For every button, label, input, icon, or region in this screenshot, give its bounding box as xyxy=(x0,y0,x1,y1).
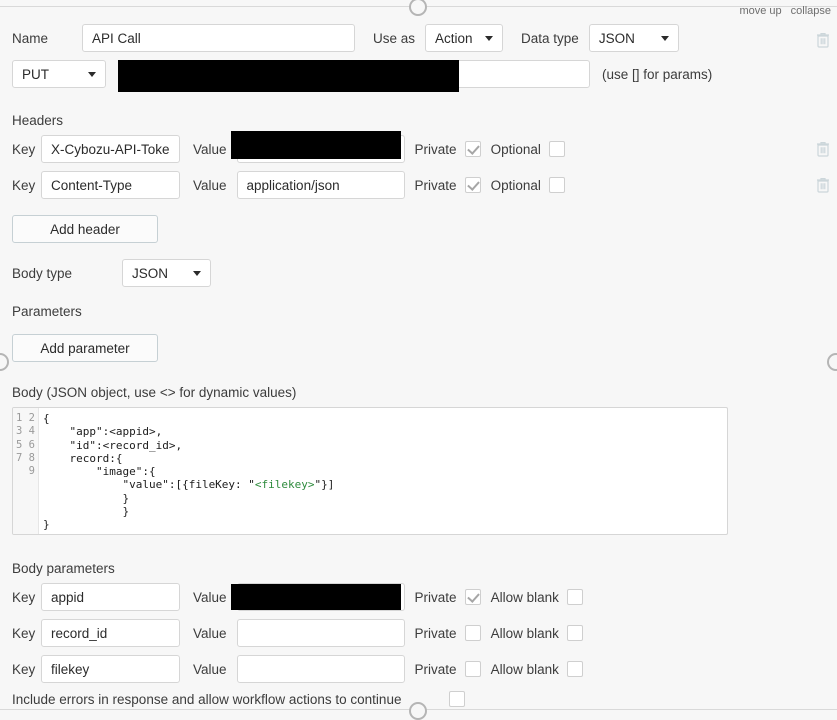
body-label: Body (JSON object, use <> for dynamic va… xyxy=(12,385,297,400)
body-code-editor[interactable]: 1 2 3 4 5 6 7 8 9 { "app":<appid>, "id":… xyxy=(12,407,728,535)
key-label: Key xyxy=(12,177,36,193)
http-method-select[interactable]: PUT xyxy=(12,60,106,88)
key-label: Key xyxy=(12,141,36,157)
chevron-down-icon xyxy=(660,35,669,41)
url-redaction xyxy=(118,60,459,92)
parameters-title: Parameters xyxy=(12,304,82,319)
headers-title: Headers xyxy=(12,113,64,128)
header-optional-checkbox[interactable] xyxy=(548,177,565,193)
add-parameter-button[interactable]: Add parameter xyxy=(12,334,158,362)
allow-blank-label: Allow blank xyxy=(490,625,559,641)
trash-icon[interactable] xyxy=(816,177,830,193)
body-param-value-input[interactable] xyxy=(236,655,405,683)
value-label: Value xyxy=(193,589,227,605)
data-type-value: JSON xyxy=(598,30,635,46)
use-as-value: Action xyxy=(435,30,473,46)
body-type-row: Body type JSON xyxy=(12,259,211,287)
body-param-key-input[interactable] xyxy=(41,619,180,647)
use-as-select[interactable]: Action xyxy=(425,24,504,52)
trash-icon[interactable] xyxy=(816,141,830,157)
connector-handle-left[interactable] xyxy=(0,353,9,371)
value-label: Value xyxy=(193,141,227,157)
key-label: Key xyxy=(12,589,36,605)
body-type-select[interactable]: JSON xyxy=(122,259,211,287)
body-param-key-input[interactable] xyxy=(41,655,180,683)
body-param-allow-blank-checkbox[interactable] xyxy=(566,661,583,677)
key-label: Key xyxy=(12,661,36,677)
header-row: Key Value Private Optional xyxy=(12,171,565,199)
chevron-down-icon xyxy=(485,35,494,41)
private-label: Private xyxy=(414,589,457,605)
header-value-input[interactable] xyxy=(236,171,405,199)
use-as-label: Use as xyxy=(373,30,416,46)
body-param-private-checkbox[interactable] xyxy=(464,589,481,605)
body-param-allow-blank-checkbox[interactable] xyxy=(566,589,583,605)
connector-handle-top[interactable] xyxy=(409,0,427,16)
private-label: Private xyxy=(414,177,457,193)
header-value-redaction xyxy=(231,131,401,159)
value-label: Value xyxy=(193,177,227,193)
code-token-dynamic: <filekey> xyxy=(254,478,315,492)
header-key-input[interactable] xyxy=(41,171,180,199)
editor-line-numbers: 1 2 3 4 5 6 7 8 9 xyxy=(13,408,39,534)
header-key-input[interactable] xyxy=(41,135,180,163)
body-type-label: Body type xyxy=(12,265,73,281)
body-param-private-checkbox[interactable] xyxy=(464,625,481,641)
body-param-value-input[interactable] xyxy=(236,619,405,647)
move-up-button[interactable]: move up xyxy=(739,5,781,17)
body-parameter-row: Key Value Private Allow blank xyxy=(12,619,583,647)
body-param-key-input[interactable] xyxy=(41,583,180,611)
include-errors-label: Include errors in response and allow wor… xyxy=(12,691,402,707)
editor-code-content[interactable]: { "app":<appid>, "id":<record_id>, recor… xyxy=(39,408,727,534)
http-method-value: PUT xyxy=(22,66,49,82)
connector-handle-right[interactable] xyxy=(827,353,837,371)
name-label: Name xyxy=(12,30,49,46)
trash-icon[interactable] xyxy=(816,32,830,48)
api-call-node-card: move up collapse Name Use as Action Data … xyxy=(0,0,837,720)
name-input[interactable] xyxy=(82,24,355,52)
body-param-private-checkbox[interactable] xyxy=(464,661,481,677)
key-label: Key xyxy=(12,625,36,641)
url-hint: (use [] for params) xyxy=(602,66,713,82)
private-label: Private xyxy=(414,141,457,157)
collapse-button[interactable]: collapse xyxy=(791,5,831,17)
optional-label: Optional xyxy=(490,177,541,193)
body-param-value-redaction xyxy=(231,584,401,610)
body-type-value: JSON xyxy=(132,265,169,281)
name-row: Name Use as Action Data type JSON xyxy=(12,24,679,52)
header-optional-checkbox[interactable] xyxy=(548,141,565,157)
header-private-checkbox[interactable] xyxy=(464,141,481,157)
node-toolbar: move up collapse xyxy=(730,5,831,17)
body-parameters-title: Body parameters xyxy=(12,561,115,576)
data-type-select[interactable]: JSON xyxy=(588,24,679,52)
header-private-checkbox[interactable] xyxy=(464,177,481,193)
include-errors-checkbox[interactable] xyxy=(449,691,466,707)
optional-label: Optional xyxy=(490,141,541,157)
chevron-down-icon xyxy=(88,71,96,77)
body-parameter-row: Key Value Private Allow blank xyxy=(12,655,583,683)
allow-blank-label: Allow blank xyxy=(490,661,559,677)
private-label: Private xyxy=(414,661,457,677)
include-errors-row: Include errors in response and allow wor… xyxy=(12,691,466,707)
value-label: Value xyxy=(193,625,227,641)
data-type-label: Data type xyxy=(521,30,579,46)
chevron-down-icon xyxy=(193,270,201,276)
value-label: Value xyxy=(193,661,227,677)
allow-blank-label: Allow blank xyxy=(490,589,559,605)
add-header-button[interactable]: Add header xyxy=(12,215,158,243)
private-label: Private xyxy=(414,625,457,641)
body-param-allow-blank-checkbox[interactable] xyxy=(566,625,583,641)
